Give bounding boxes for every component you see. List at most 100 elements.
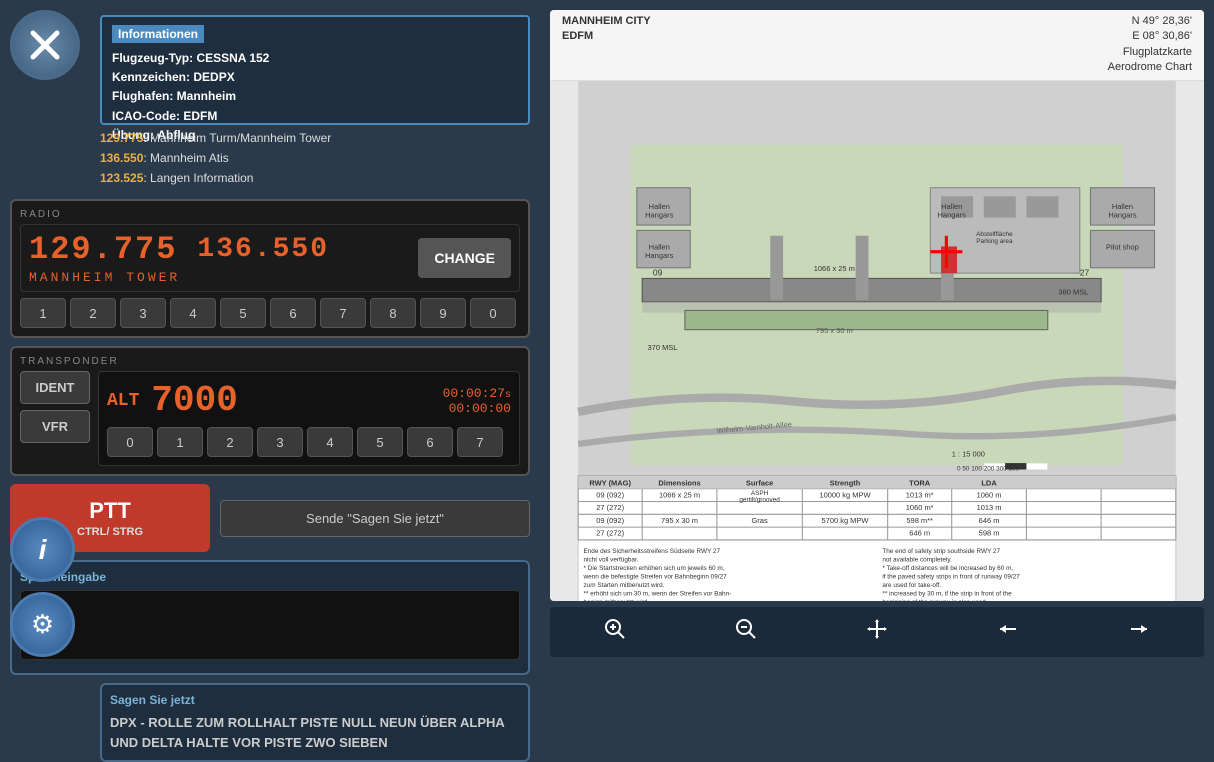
svg-text:646 m: 646 m (979, 515, 1000, 524)
chart-image[interactable]: Hallen Hangars Hallen Hangars Hallen Han… (550, 81, 1204, 601)
chart-container: MANNHEIM CITY EDFM N 49° 28,36' E 08° 30… (550, 10, 1204, 601)
chart-title-right: N 49° 28,36' E 08° 30,86' Flugplatzkarte… (1108, 14, 1192, 76)
info-box-title: Informationen (112, 25, 204, 43)
chart-icao: EDFM (562, 30, 593, 42)
bottom-icons: i ⚙ (10, 517, 75, 657)
transponder-btn-3[interactable]: 3 (257, 427, 303, 457)
zoom-in-icon (603, 617, 627, 641)
svg-text:795 x 30 m: 795 x 30 m (661, 515, 698, 524)
callsign-info: Kennzeichen: DEDPX (112, 68, 518, 87)
svg-text:09 (092): 09 (092) (596, 490, 624, 499)
svg-text:Hangars: Hangars (938, 210, 966, 219)
radio-btn-2[interactable]: 2 (70, 298, 116, 328)
transponder-btn-1[interactable]: 1 (157, 427, 203, 457)
svg-text:RWY (MAG): RWY (MAG) (589, 478, 631, 487)
radio-btn-3[interactable]: 3 (120, 298, 166, 328)
radio-btn-1[interactable]: 1 (20, 298, 66, 328)
close-icon (25, 25, 65, 65)
svg-text:** increased by 30 m, if the s: ** increased by 30 m, if the strip in fr… (882, 590, 1012, 597)
vfr-button[interactable]: VFR (20, 410, 90, 443)
sende-button[interactable]: Sende "Sagen Sie jetzt" (220, 500, 530, 537)
transponder-btn-4[interactable]: 4 (307, 427, 353, 457)
settings-icon-button[interactable]: ⚙ (10, 592, 75, 657)
transponder-display: ALT 7000 00:00:27s 00:00:00 0 1 2 3 4 5 … (98, 371, 520, 466)
svg-text:0 50 100 200 300 500: 0 50 100 200 300 500 (957, 465, 1020, 472)
radio-btn-4[interactable]: 4 (170, 298, 216, 328)
svg-text:795 x 30 m: 795 x 30 m (816, 325, 853, 334)
radio-btn-7[interactable]: 7 (320, 298, 366, 328)
radio-btn-0[interactable]: 0 (470, 298, 516, 328)
transponder-number-buttons: 0 1 2 3 4 5 6 7 (107, 427, 511, 457)
svg-text:646 m: 646 m (909, 528, 930, 537)
radio-btn-6[interactable]: 6 (270, 298, 316, 328)
right-panel: MANNHEIM CITY EDFM N 49° 28,36' E 08° 30… (540, 0, 1214, 667)
svg-text:Gras: Gras (752, 515, 768, 524)
svg-text:27 (272): 27 (272) (596, 503, 624, 512)
zoom-out-icon (734, 617, 758, 641)
svg-text:** erhöht sich um 30 m, wenn d: ** erhöht sich um 30 m, wenn der Streife… (583, 590, 731, 597)
radio-label: RADIO (20, 209, 520, 220)
settings-icon: ⚙ (31, 609, 54, 640)
aircraft-info: Flugzeug-Typ: CESSNA 152 (112, 49, 518, 68)
svg-text:TORA: TORA (909, 478, 931, 487)
svg-text:370 MSL: 370 MSL (648, 343, 678, 352)
transponder-code: 7000 (151, 380, 237, 421)
svg-text:5700 kg MPW: 5700 kg MPW (822, 515, 870, 524)
transponder-label: TRANSPONDER (20, 356, 520, 367)
svg-text:Pilot shop: Pilot shop (1106, 242, 1139, 251)
radio-btn-5[interactable]: 5 (220, 298, 266, 328)
svg-text:598 m**: 598 m** (906, 515, 933, 524)
svg-text:1013 m*: 1013 m* (906, 490, 934, 499)
transponder-btn-7[interactable]: 7 (457, 427, 503, 457)
ptt-section: PTT CTRL/ STRG Sende "Sagen Sie jetzt" (10, 484, 530, 552)
radio-standby-freq: 136.550 (197, 234, 329, 265)
svg-text:not available completely.: not available completely. (882, 556, 952, 563)
pan-button[interactable] (845, 613, 909, 651)
svg-text:Hangars: Hangars (645, 210, 673, 219)
info-box: Informationen Flugzeug-Typ: CESSNA 152 K… (100, 15, 530, 125)
svg-text:LDA: LDA (981, 478, 997, 487)
say-now-text: DPX - ROLLE ZUM ROLLHALT PISTE NULL NEUN… (110, 713, 520, 752)
freq-1: 129.775: Mannheim Turm/Mannheim Tower (100, 129, 530, 147)
info-icon-button[interactable]: i (10, 517, 75, 582)
svg-text:Abstelffläche: Abstelffläche (976, 230, 1013, 237)
svg-text:are used for take-off.: are used for take-off. (882, 581, 941, 588)
radio-btn-8[interactable]: 8 (370, 298, 416, 328)
aerodrome-chart-svg: Hallen Hangars Hallen Hangars Hallen Han… (550, 81, 1204, 601)
svg-text:gertilt/grooved: gertilt/grooved (739, 496, 780, 503)
zoom-out-button[interactable] (714, 613, 778, 651)
forward-icon (1127, 617, 1151, 641)
svg-text:if the paved safety strips in: if the paved safety strips in front of r… (882, 573, 1020, 580)
transponder-timer: 00:00:27s 00:00:00 (443, 386, 511, 416)
close-button[interactable] (10, 10, 80, 80)
svg-text:380 MSL: 380 MSL (1058, 287, 1088, 296)
say-now-section: Sagen Sie jetzt DPX - ROLLE ZUM ROLLHALT… (100, 683, 530, 762)
transponder-btn-0[interactable]: 0 (107, 427, 153, 457)
svg-text:* Take-off distances will be i: * Take-off distances will be increased b… (882, 564, 1013, 571)
forward-button[interactable] (1107, 613, 1171, 651)
transponder-side-buttons: IDENT VFR (20, 371, 90, 466)
svg-text:09 (092): 09 (092) (596, 515, 624, 524)
transponder-btn-5[interactable]: 5 (357, 427, 403, 457)
change-button[interactable]: CHANGE (418, 238, 511, 278)
ident-button[interactable]: IDENT (20, 371, 90, 404)
transponder-btn-2[interactable]: 2 (207, 427, 253, 457)
svg-text:beginning of the runway is als: beginning of the runway is also used. (882, 599, 987, 601)
transponder-timer-1: 00:00:27s (443, 386, 511, 401)
radio-number-buttons: 1 2 3 4 5 6 7 8 9 0 (20, 298, 520, 328)
svg-text:Parking area: Parking area (976, 238, 1013, 245)
zoom-in-button[interactable] (583, 613, 647, 651)
transponder-btn-6[interactable]: 6 (407, 427, 453, 457)
transponder-panel: TRANSPONDER IDENT VFR ALT 7000 00:00:27s… (10, 346, 530, 476)
svg-text:nicht voll verfügbar.: nicht voll verfügbar. (583, 556, 638, 563)
svg-text:Ende des Sicherheitsstreifens: Ende des Sicherheitsstreifens Südseite R… (583, 547, 720, 554)
svg-text:The end of safety strip souths: The end of safety strip southside RWY 27 (882, 547, 1000, 554)
radio-btn-9[interactable]: 9 (420, 298, 466, 328)
svg-text:10000 kg MPW: 10000 kg MPW (819, 490, 871, 499)
back-button[interactable] (976, 613, 1040, 651)
svg-text:1066 x 25 m: 1066 x 25 m (814, 264, 855, 273)
info-icon: i (39, 534, 47, 566)
voice-input-field[interactable] (20, 590, 520, 660)
icao-info: ICAO-Code: EDFM (112, 107, 518, 126)
back-icon (996, 617, 1020, 641)
